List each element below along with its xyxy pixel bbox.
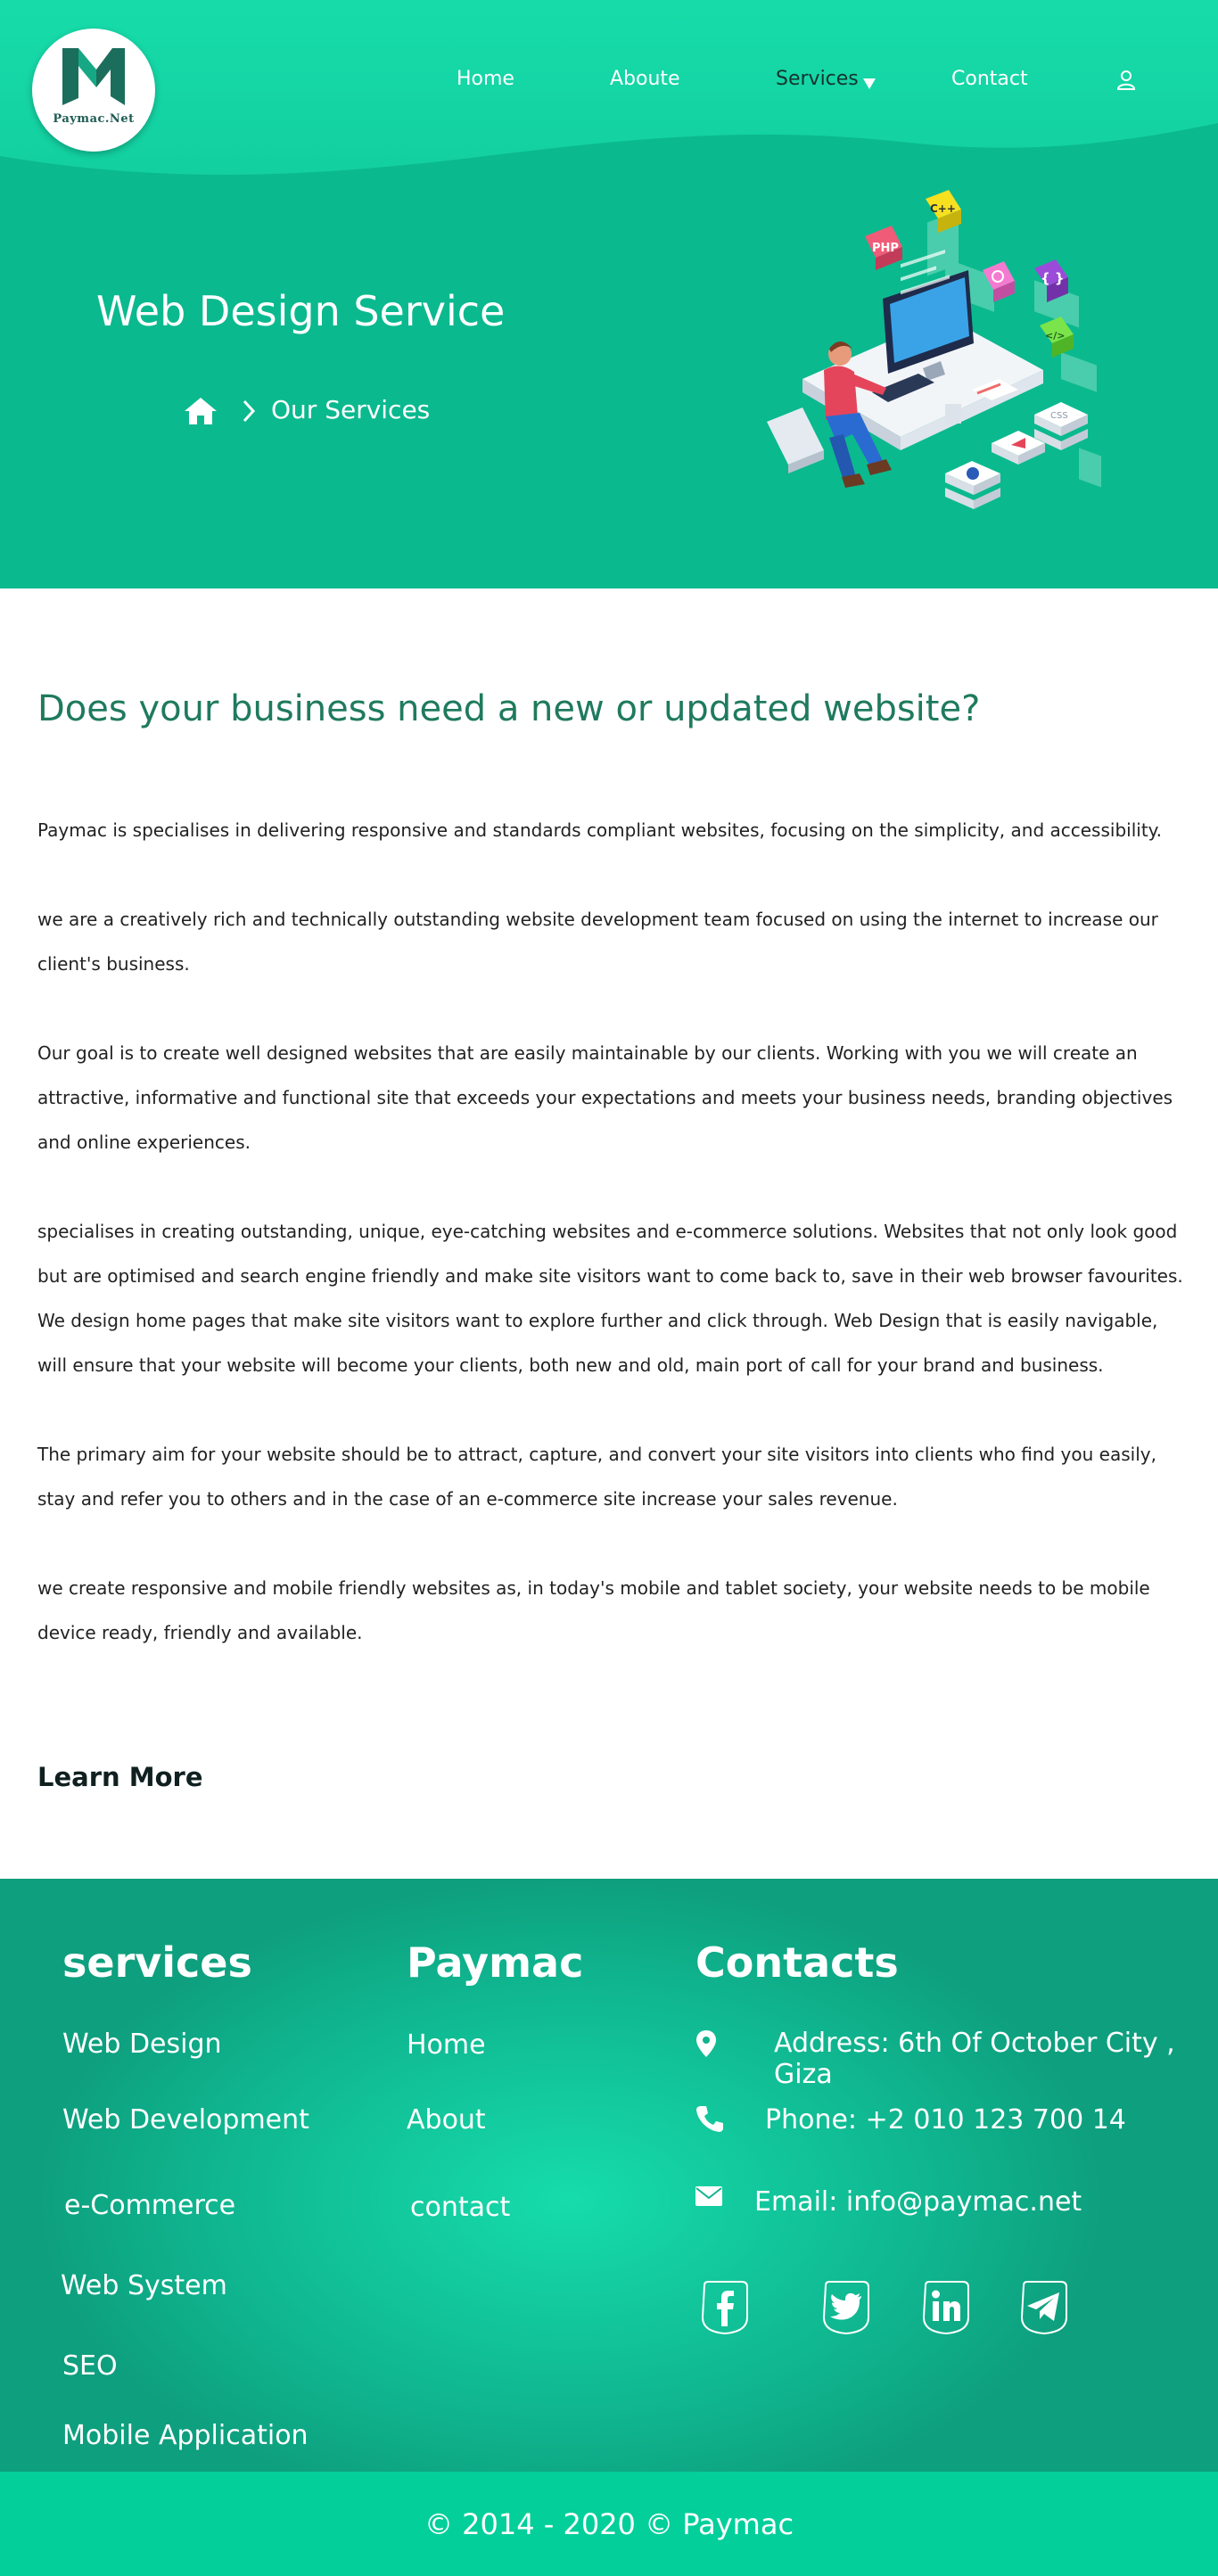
hero-banner: Paymac.Net Home Aboute Services Contact … [0, 0, 1218, 588]
footer-link-home[interactable]: Home [407, 2029, 486, 2061]
breadcrumb-current: Our Services [271, 395, 431, 424]
footer-address: Address: 6th Of October City , Giza [774, 2028, 1175, 2090]
footer-link-mobile-application[interactable]: Mobile Application [62, 2420, 309, 2451]
svg-text:CSS: CSS [1050, 411, 1068, 421]
nav-about[interactable]: Aboute [610, 68, 680, 90]
nav-contact[interactable]: Contact [951, 68, 1028, 90]
telegram-icon[interactable] [1016, 2280, 1072, 2335]
chevron-right-icon [243, 399, 256, 423]
footer-paymac-heading: Paymac [407, 1938, 584, 1987]
web-design-illustration: PHP C++ { } </> CSS [767, 190, 1101, 509]
php-cube-icon: PHP [865, 226, 902, 270]
paragraph: specialises in creating outstanding, uni… [37, 1221, 1183, 1376]
footer-link-about[interactable]: About [407, 2104, 486, 2136]
svg-text:</>: </> [1045, 330, 1065, 342]
home-icon[interactable] [183, 396, 218, 426]
nav-home[interactable]: Home [457, 68, 514, 90]
footer-link-ecommerce[interactable]: e-Commerce [64, 2190, 235, 2221]
copyright-text: © 2014 - 2020 © Paymac [424, 2507, 794, 2541]
logo-text: Paymac.Net [53, 112, 135, 126]
page: Paymac.Net Home Aboute Services Contact … [0, 0, 1218, 2576]
footer-link-web-development[interactable]: Web Development [62, 2104, 309, 2136]
logo[interactable]: Paymac.Net [32, 29, 155, 152]
footer-services-heading: services [62, 1938, 252, 1987]
section-heading: Does your business need a new or updated… [37, 688, 981, 729]
paragraph: Our goal is to create well designed webs… [37, 1042, 1173, 1153]
twitter-icon[interactable] [819, 2280, 874, 2335]
facebook-icon[interactable] [697, 2280, 753, 2335]
footer-link-web-system[interactable]: Web System [61, 2270, 227, 2301]
settings-box-icon [945, 461, 1000, 509]
footer-email: Email: info@paymac.net [754, 2186, 1082, 2218]
footer-link-web-design[interactable]: Web Design [62, 2029, 222, 2060]
paragraph: Paymac is specialises in delivering resp… [37, 819, 1163, 841]
footer-link-seo[interactable]: SEO [62, 2350, 118, 2382]
user-icon[interactable] [1116, 70, 1136, 91]
phone-icon [696, 2106, 723, 2132]
learn-more-link[interactable]: Learn More [37, 1762, 203, 1792]
footer-phone: Phone: +2 010 123 700 14 [765, 2104, 1126, 2136]
linkedin-icon[interactable] [918, 2280, 974, 2335]
paragraph: we are a creatively rich and technically… [37, 909, 1158, 975]
page-title: Web Design Service [96, 287, 506, 335]
email-icon [695, 2186, 722, 2206]
footer-link-contact[interactable]: contact [410, 2192, 510, 2223]
chevron-down-icon[interactable] [863, 78, 876, 89]
paragraph: The primary aim for your website should … [37, 1444, 1156, 1510]
svg-text:PHP: PHP [872, 242, 899, 255]
location-pin-icon [696, 2030, 716, 2057]
svg-text:{ }: { } [1041, 270, 1065, 286]
paragraph: we create responsive and mobile friendly… [37, 1577, 1150, 1643]
footer-contacts-heading: Contacts [695, 1938, 899, 1987]
svg-text:C++: C++ [930, 202, 956, 215]
logo-mark-icon [62, 48, 125, 105]
nav-services[interactable]: Services [776, 68, 859, 90]
